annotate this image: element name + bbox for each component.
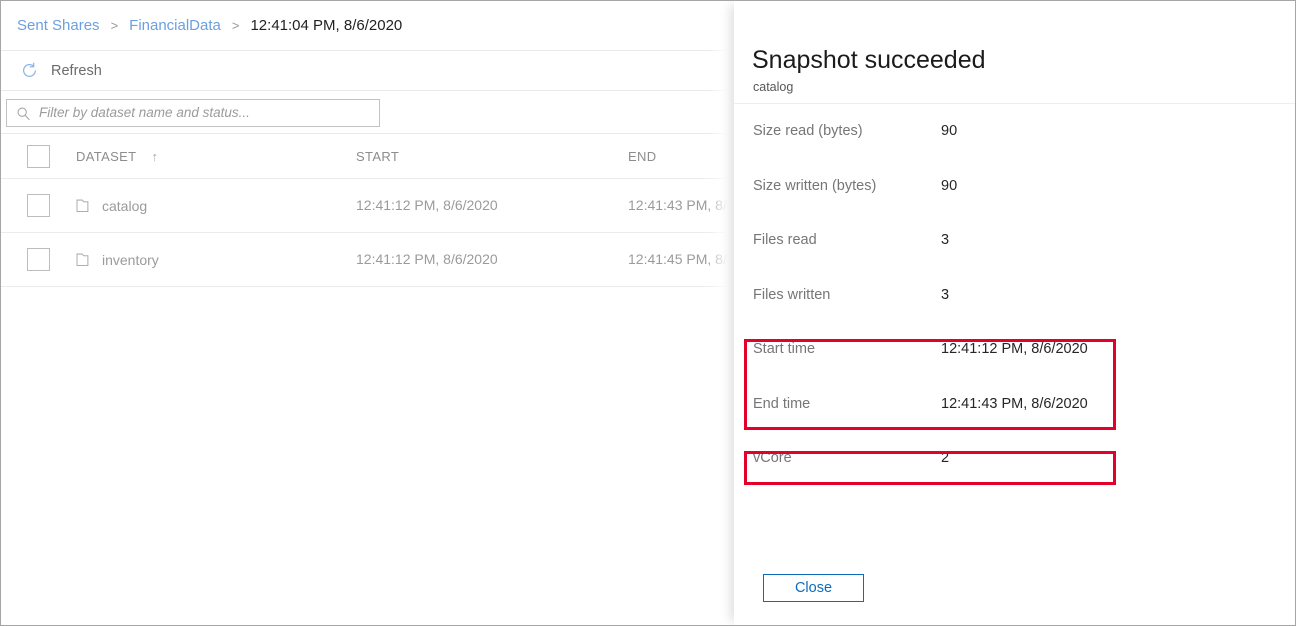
detail-label: Files read (753, 232, 941, 248)
filter-input[interactable] (7, 105, 379, 120)
main-pane: Sent Shares > FinancialData > 12:41:04 P… (1, 1, 735, 625)
detail-row-end-time: End time 12:41:43 PM, 8/6/2020 (734, 377, 1295, 432)
app-window: Sent Shares > FinancialData > 12:41:04 P… (0, 0, 1296, 626)
column-header-end[interactable]: END (628, 148, 735, 166)
detail-label: End time (753, 396, 941, 412)
select-all-cell (1, 145, 76, 168)
table-row[interactable]: catalog 12:41:12 PM, 8/6/2020 12:41:43 P… (1, 179, 735, 233)
row-select-cell (1, 194, 76, 217)
cell-end: 12:41:43 PM, 8/ (628, 197, 735, 215)
row-checkbox[interactable] (27, 194, 50, 217)
panel-footer: Close (734, 561, 1295, 625)
cell-start: 12:41:12 PM, 8/6/2020 (356, 197, 628, 215)
detail-value: 3 (941, 287, 949, 303)
detail-value: 12:41:12 PM, 8/6/2020 (941, 341, 1088, 357)
cell-start: 12:41:12 PM, 8/6/2020 (356, 251, 628, 269)
cell-dataset: catalog (76, 198, 356, 214)
column-header-dataset[interactable]: DATASET ↑ (76, 149, 356, 164)
detail-row-files-read: Files read 3 (734, 213, 1295, 268)
filter-box[interactable] (6, 99, 380, 127)
page-title: Snapshot succeeded (752, 48, 986, 73)
detail-value: 2 (941, 450, 949, 466)
end-time-value: 12:41:45 PM, 8/ (628, 251, 727, 267)
grid-header-row: DATASET ↑ START END (1, 135, 735, 179)
detail-row-start-time: Start time 12:41:12 PM, 8/6/2020 (734, 322, 1295, 377)
table-row[interactable]: inventory 12:41:12 PM, 8/6/2020 12:41:45… (1, 233, 735, 287)
folder-icon (76, 252, 93, 267)
detail-value: 3 (941, 232, 949, 248)
panel-subtitle: catalog (753, 81, 793, 94)
breadcrumb-separator: > (100, 18, 130, 33)
detail-row-size-read: Size read (bytes) 90 (734, 104, 1295, 159)
end-time-value: 12:41:43 PM, 8/ (628, 197, 727, 213)
detail-row-files-written: Files written 3 (734, 268, 1295, 323)
row-select-cell (1, 248, 76, 271)
dataset-name: inventory (102, 252, 159, 268)
sort-ascending-icon: ↑ (145, 149, 158, 164)
column-header-start[interactable]: START (356, 148, 628, 166)
detail-row-vcore: vCore 2 (734, 431, 1295, 486)
snapshot-details-panel: Snapshot succeeded catalog Size read (by… (734, 1, 1295, 625)
start-time-value: 12:41:12 PM, 8/6/2020 (356, 251, 498, 267)
column-header-dataset-label: DATASET (76, 149, 136, 164)
refresh-icon (20, 61, 39, 80)
detail-label: Files written (753, 287, 941, 303)
detail-label: Start time (753, 341, 941, 357)
column-header-start-label: START (356, 149, 399, 164)
breadcrumb-item-sent-shares[interactable]: Sent Shares (17, 17, 100, 34)
start-time-value: 12:41:12 PM, 8/6/2020 (356, 197, 498, 213)
cell-dataset: inventory (76, 252, 356, 268)
dataset-name: catalog (102, 198, 147, 214)
detail-list: Size read (bytes) 90 Size written (bytes… (734, 104, 1295, 486)
breadcrumb: Sent Shares > FinancialData > 12:41:04 P… (1, 1, 735, 51)
dataset-grid: DATASET ↑ START END (1, 135, 735, 287)
detail-row-size-written: Size written (bytes) 90 (734, 159, 1295, 214)
panel-header: Snapshot succeeded catalog (734, 1, 1295, 104)
folder-icon (76, 198, 93, 213)
refresh-label: Refresh (51, 63, 102, 79)
detail-value: 12:41:43 PM, 8/6/2020 (941, 396, 1088, 412)
refresh-button[interactable]: Refresh (20, 61, 102, 80)
select-all-checkbox[interactable] (27, 145, 50, 168)
detail-label: vCore (753, 450, 941, 466)
column-header-end-label: END (628, 149, 657, 164)
detail-label: Size written (bytes) (753, 178, 941, 194)
close-button[interactable]: Close (763, 574, 864, 602)
detail-value: 90 (941, 178, 957, 194)
detail-label: Size read (bytes) (753, 123, 941, 139)
toolbar: Refresh (1, 51, 735, 91)
breadcrumb-item-current: 12:41:04 PM, 8/6/2020 (250, 17, 402, 34)
filter-bar (1, 92, 735, 134)
row-checkbox[interactable] (27, 248, 50, 271)
breadcrumb-item-financialdata[interactable]: FinancialData (129, 17, 221, 34)
detail-value: 90 (941, 123, 957, 139)
cell-end: 12:41:45 PM, 8/ (628, 251, 735, 269)
breadcrumb-separator: > (221, 18, 251, 33)
